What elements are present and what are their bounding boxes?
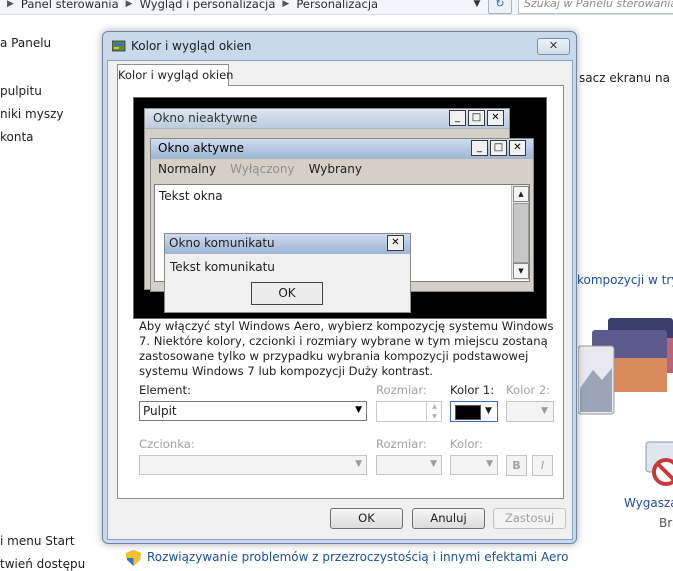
inactive-titlebar: Okno nieaktywne _ □ ✕ (145, 109, 509, 129)
size-spinner[interactable]: ▲ ▼ (426, 402, 442, 421)
sidebar-item-mouse-pointers[interactable]: niki myszy (0, 107, 63, 121)
window-text: Tekst okna (159, 189, 223, 203)
color1-swatch (455, 405, 481, 420)
menu-item-selected[interactable]: Wybrany (309, 162, 362, 180)
menu-item-disabled[interactable]: Wyłączony (230, 162, 294, 180)
close-icon: ✕ (487, 110, 504, 126)
cancel-button[interactable]: Anuluj (412, 508, 485, 529)
chevron-down-icon: ▼ (486, 459, 493, 469)
screensaver-text: sacz ekranu na ko (579, 71, 673, 85)
minimize-icon: _ (471, 140, 488, 156)
window-colors-icon (112, 40, 126, 52)
element-select[interactable]: Pulpit ▼ (139, 401, 367, 421)
chevron-right-icon: ▶ (7, 0, 14, 9)
breadcrumb-item[interactable]: Personalizacja (296, 0, 378, 11)
chevron-right-icon: ▶ (125, 0, 133, 9)
preview-scrollbar[interactable]: ▲ ▼ (511, 185, 529, 280)
active-window-title: Okno aktywne (158, 141, 245, 155)
tab-color-appearance[interactable]: Kolor i wygląd okien (117, 64, 233, 86)
chevron-down-icon: ▼ (541, 406, 548, 416)
chevron-down-icon[interactable]: ▼ (470, 0, 484, 12)
chevron-right-icon: ▶ (282, 0, 290, 9)
chevron-down-icon: ▼ (355, 405, 362, 415)
inactive-window-title: Okno nieaktywne (153, 111, 258, 125)
shield-icon (126, 550, 141, 566)
chevron-down-icon: ▼ (355, 459, 362, 469)
color2-picker[interactable]: ▼ (506, 401, 554, 422)
menu-item-normal[interactable]: Normalny (158, 162, 216, 180)
breadcrumb: ▶ Panel sterowania ▶ Wygląd i personaliz… (0, 0, 378, 12)
sidebar-item-desktop-icons[interactable]: pulpitu (0, 84, 42, 98)
bold-button[interactable]: B (506, 455, 527, 476)
search-input[interactable]: Szukaj w Panelu sterowania (518, 0, 673, 14)
theme-thumbnail-image[interactable] (578, 318, 673, 418)
scroll-down-icon: ▼ (513, 263, 529, 279)
tab-panel: Okno nieaktywne _ □ ✕ Okno aktywne _ □ ✕ (117, 85, 564, 499)
close-icon: ✕ (509, 140, 526, 156)
message-text: Tekst komunikatu (170, 260, 275, 274)
chevron-down-icon: ▼ (430, 459, 437, 469)
troubleshoot-aero-link[interactable]: Rozwiązywanie problemów z przezroczystoś… (147, 550, 568, 564)
color1-label: Kolor 1: (450, 383, 495, 397)
font-select[interactable]: ▼ (139, 455, 367, 475)
active-titlebar: Okno aktywne _ □ ✕ (151, 139, 533, 159)
message-ok-button[interactable]: OK (251, 282, 323, 305)
scroll-up-icon: ▲ (513, 186, 529, 202)
size-label: Rozmiar: (376, 383, 427, 397)
screensaver-link[interactable]: Wygaszac (624, 496, 673, 510)
italic-button[interactable]: I (532, 455, 553, 476)
themes-link[interactable]: kompozycji w trybie (577, 273, 673, 287)
sidebar-item-home[interactable]: a Panelu (0, 36, 51, 50)
sidebar-item-ease-of-access[interactable]: twień dostępu (0, 557, 85, 571)
dialog-title: Kolor i wygląd okien (131, 39, 252, 53)
message-titlebar: Okno komunikatu ✕ (165, 234, 410, 254)
close-icon: ✕ (387, 235, 404, 251)
sidebar-item-start-menu[interactable]: i menu Start (0, 534, 75, 548)
close-button[interactable]: ✕ (537, 38, 570, 55)
font-size-label: Rozmiar: (376, 437, 427, 451)
font-size-select[interactable]: ▼ (376, 455, 442, 475)
screensaver-status: Bra (659, 516, 673, 530)
font-color-label: Kolor: (450, 437, 483, 451)
element-value: Pulpit (143, 404, 177, 418)
breadcrumb-item[interactable]: Panel sterowania (21, 0, 119, 11)
appearance-preview[interactable]: Okno nieaktywne _ □ ✕ Okno aktywne _ □ ✕ (133, 97, 547, 319)
minimize-icon: _ (449, 110, 466, 126)
spin-down-icon[interactable]: ▼ (427, 412, 442, 421)
scroll-thumb (513, 203, 529, 263)
size-stepper[interactable]: ▲ ▼ (376, 401, 442, 422)
font-label: Czcionka: (139, 437, 195, 451)
refresh-button[interactable]: ↻ (488, 0, 512, 14)
sidebar-item-account[interactable]: konta (0, 130, 34, 144)
breadcrumb-item[interactable]: Wygląd i personalizacja (140, 0, 276, 11)
dialog-body: Kolor i wygląd okien Okno nieaktywne _ □… (107, 60, 573, 540)
spin-up-icon[interactable]: ▲ (427, 402, 442, 411)
message-box-title: Okno komunikatu (169, 236, 275, 250)
preview-menubar: Normalny Wyłączony Wybrany (154, 162, 362, 180)
maximize-icon: □ (490, 140, 507, 156)
aero-description: Aby włączyć styl Windows Aero, wybierz k… (139, 319, 554, 378)
screensaver-icon[interactable] (640, 440, 673, 488)
font-color-picker[interactable]: ▼ (450, 455, 498, 475)
color2-label: Kolor 2: (506, 383, 551, 397)
color1-picker[interactable]: ▼ (450, 401, 498, 422)
chevron-down-icon: ▼ (485, 406, 492, 416)
maximize-icon: □ (468, 110, 485, 126)
ok-button[interactable]: OK (330, 508, 403, 529)
element-label: Element: (139, 383, 191, 397)
preview-message-box[interactable]: Okno komunikatu ✕ Tekst komunikatu OK (164, 233, 411, 313)
apply-button[interactable]: Zastosuj (493, 508, 566, 529)
color-appearance-dialog: Kolor i wygląd okien ✕ Kolor i wygląd ok… (102, 31, 577, 544)
